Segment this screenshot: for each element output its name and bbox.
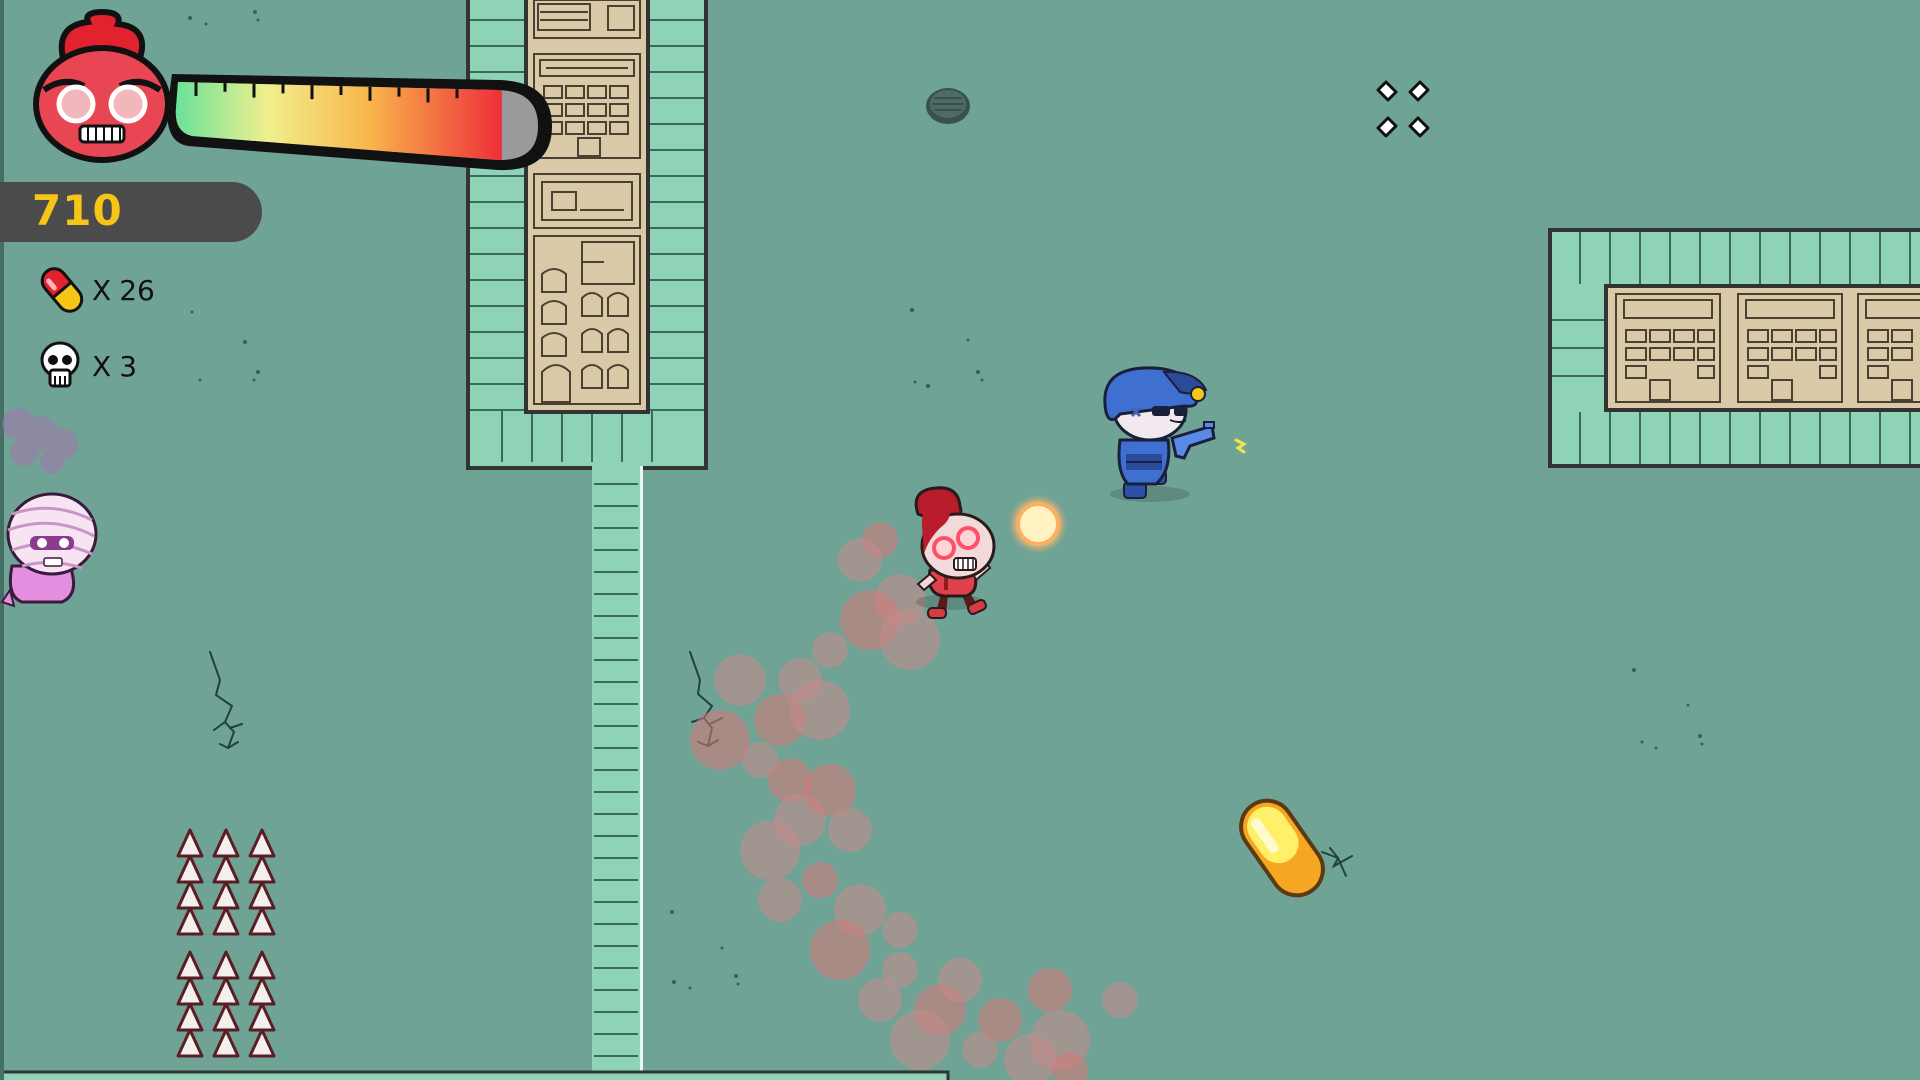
blood-puff: [810, 920, 870, 980]
fullscreen-toggle-icon[interactable]: [1372, 78, 1434, 140]
blood-puff: [714, 654, 766, 706]
pill-counter: X 26: [34, 262, 155, 318]
kill-count-prefix: X: [92, 349, 112, 383]
blood-puff: [740, 820, 800, 880]
pill-capsule-icon: [40, 267, 84, 313]
building-right: [1548, 228, 1920, 468]
fence-strip: [592, 466, 643, 1080]
blood-puff: [880, 610, 940, 670]
left-edge: [0, 0, 4, 1080]
blood-puff: [858, 978, 902, 1022]
blood-puff: [882, 912, 918, 948]
score-panel: 710: [0, 182, 262, 242]
blood-puff: [1102, 982, 1138, 1018]
blood-puff: [690, 710, 750, 770]
skull-icon: [40, 341, 80, 388]
pill-count-text: X 26: [92, 274, 155, 307]
fireball-projectile: [1008, 494, 1068, 554]
score-value: 710: [32, 186, 123, 235]
blood-puff: [758, 878, 802, 922]
bottom-wall: [0, 1070, 950, 1080]
game-viewport[interactable]: 710 X 26 X 3: [0, 0, 1920, 1080]
blood-puff: [838, 538, 882, 582]
blood-puff: [978, 998, 1022, 1042]
pill-count-value: 26: [119, 273, 155, 307]
blood-puff: [790, 680, 850, 740]
blood-puff: [804, 764, 856, 816]
blood-puff: [890, 1010, 950, 1070]
blood-puff: [812, 632, 848, 668]
zombie-rage-face-icon: [33, 8, 171, 163]
blood-puff: [1028, 968, 1072, 1012]
pill-count-prefix: X: [92, 273, 112, 307]
kill-count-value: 3: [119, 349, 138, 383]
blood-puff: [802, 862, 838, 898]
kill-count-text: X 3: [92, 350, 137, 383]
blood-puff: [938, 958, 982, 1002]
rage-meter: [168, 74, 552, 171]
manhole: [926, 88, 970, 124]
kill-counter: X 3: [34, 338, 137, 394]
